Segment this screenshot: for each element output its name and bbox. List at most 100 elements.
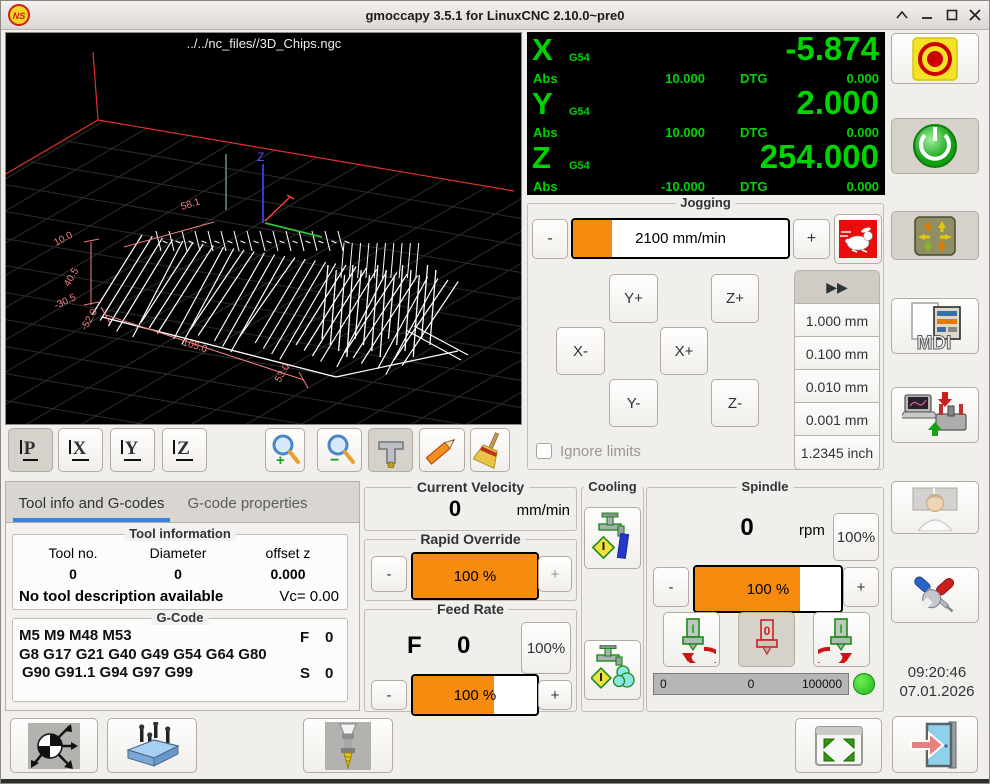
increment-0001mm-button[interactable]: 0.001 mm <box>794 402 880 437</box>
spindle-stop-icon: 0 <box>747 617 787 663</box>
view-perspective-button[interactable]: P <box>8 428 53 472</box>
maximize-button[interactable] <box>940 5 964 25</box>
feed-decrease-button[interactable]: - <box>371 680 407 710</box>
jog-speed-decrease-button[interactable]: - <box>532 219 568 259</box>
auto-mode-button[interactable] <box>891 387 979 443</box>
increment-label: 0.001 mm <box>806 412 868 428</box>
s-value: 0 <box>325 665 333 682</box>
cooling-title: Cooling <box>583 479 641 494</box>
zoom-in-icon: + <box>267 431 303 469</box>
spindle-cw-icon: I <box>818 617 866 663</box>
fullscreen-button[interactable] <box>795 718 882 773</box>
mist-button[interactable] <box>584 640 641 700</box>
rapid-increase-button[interactable]: + <box>538 556 572 592</box>
draw-mode-button[interactable] <box>419 428 465 472</box>
minus-label: - <box>669 579 674 596</box>
dro-panel[interactable]: X G54 -5.874 Abs 10.000 DTG 0.000 Y G54 … <box>527 32 885 195</box>
increment-01mm-button[interactable]: 0.100 mm <box>794 336 880 371</box>
machine-on-button[interactable] <box>891 118 979 174</box>
spindle-rpm-value: 0 <box>717 514 777 542</box>
jog-z-plus-button[interactable]: Z+ <box>711 274 759 323</box>
increment-continuous-button[interactable]: ▶▶ <box>794 270 880 305</box>
clear-plot-button[interactable] <box>470 428 510 472</box>
zoom-in-button[interactable]: + <box>265 428 305 472</box>
jogging-title: Jogging <box>675 195 736 210</box>
flood-button[interactable] <box>584 507 641 569</box>
view-z-label: Z <box>176 439 193 461</box>
view-y-button[interactable]: Y <box>110 428 155 472</box>
spindle-decrease-button[interactable]: - <box>653 567 689 607</box>
dro-axis-z[interactable]: Z G54 254.000 Abs -10.000 DTG 0.000 <box>527 142 885 196</box>
offset-z-value: 0.000 <box>233 566 343 582</box>
exit-button[interactable] <box>892 716 978 773</box>
tab-gcode-properties[interactable]: G-code properties <box>180 488 315 518</box>
spindle-cw-button[interactable]: I <box>813 612 870 667</box>
feed-f-label: F <box>407 632 422 660</box>
mdi-icon: MDI <box>904 301 966 351</box>
tab-tool-info[interactable]: Tool info and G-codes <box>13 488 170 518</box>
increment-inch-button[interactable]: 1.2345 inch <box>794 435 880 470</box>
close-button[interactable] <box>963 5 987 25</box>
titlebar: NS gmoccapy 3.5.1 for LinuxCNC 2.10.0~pr… <box>0 0 990 30</box>
ignore-limits-checkbox[interactable] <box>536 443 552 459</box>
minus-label: - <box>387 566 392 583</box>
jog-z-minus-button[interactable]: Z- <box>711 379 759 427</box>
manual-mode-button[interactable] <box>891 211 979 260</box>
tool-change-button[interactable] <box>303 718 393 773</box>
fast-forward-icon: ▶▶ <box>826 279 848 296</box>
dtg-label: DTG <box>740 179 767 194</box>
mdi-label: MDI <box>917 333 952 351</box>
spindle-override-bar[interactable]: 100 % <box>693 565 843 613</box>
spindle-reset-button[interactable]: 100% <box>833 513 879 561</box>
user-icon <box>905 485 965 531</box>
plus-label: + <box>857 579 866 596</box>
tool-no-header: Tool no. <box>13 545 133 561</box>
rapid-decrease-button[interactable]: - <box>371 556 407 592</box>
tool-information-frame: Tool information Tool no. Diameter offse… <box>12 534 348 610</box>
rapid-value: 100 % <box>413 554 537 598</box>
feed-increase-button[interactable]: + <box>538 680 572 710</box>
jog-label: Y+ <box>624 290 643 307</box>
jog-y-plus-button[interactable]: Y+ <box>609 274 658 323</box>
vc-value: Vc= 0.00 <box>279 588 339 605</box>
shade-button[interactable] <box>890 5 914 25</box>
jog-x-plus-button[interactable]: X+ <box>660 327 708 375</box>
turbo-jog-button[interactable] <box>834 214 882 264</box>
feed-override-bar[interactable]: 100 % <box>411 674 539 716</box>
f-value: 0 <box>325 629 333 646</box>
zoom-out-button[interactable]: − <box>317 428 362 472</box>
view-z-button[interactable]: Z <box>162 428 207 472</box>
dimensions-toggle-button[interactable] <box>368 428 413 472</box>
user-settings-button[interactable] <box>891 481 979 534</box>
increment-1mm-button[interactable]: 1.000 mm <box>794 303 880 338</box>
diameter-value: 0 <box>123 566 233 582</box>
increment-001mm-button[interactable]: 0.010 mm <box>794 369 880 404</box>
abs-value: -10.000 <box>637 179 705 194</box>
active-gcodes-line2: G90 G91.1 G94 G97 G99 <box>22 664 193 681</box>
mist-icon <box>591 645 635 695</box>
spindle-increase-button[interactable]: + <box>843 567 879 607</box>
settings-button[interactable] <box>891 567 979 623</box>
jog-x-minus-button[interactable]: X- <box>556 327 605 375</box>
spindle-ccw-button[interactable]: I <box>663 612 720 667</box>
jog-speed-bar[interactable]: 2100 mm/min <box>571 218 790 259</box>
dro-axis-x[interactable]: X G54 -5.874 Abs 10.000 DTG 0.000 <box>527 34 885 88</box>
view-x-button[interactable]: X <box>58 428 103 472</box>
jog-y-minus-button[interactable]: Y- <box>609 379 658 427</box>
dro-axis-y[interactable]: Y G54 2.000 Abs 10.000 DTG 0.000 <box>527 88 885 142</box>
estop-button[interactable] <box>891 33 979 84</box>
rapid-override-bar[interactable]: 100 % <box>411 552 539 600</box>
mdi-mode-button[interactable]: MDI <box>891 298 979 354</box>
tab-label: G-code properties <box>187 495 307 512</box>
gremlin-preview[interactable]: Z 10.0 40.5 -30.5 -52.0 105.0 53.0 58.1 … <box>5 32 522 425</box>
increment-label: 1.2345 inch <box>801 445 873 461</box>
jog-speed-increase-button[interactable]: + <box>793 219 830 259</box>
touch-plate-button[interactable] <box>107 718 197 773</box>
feed-reset-button[interactable]: 100% <box>521 622 571 674</box>
dim-x-extent: 105.0 <box>181 337 209 355</box>
active-gcodes-line1: G8 G17 G21 G40 G49 G54 G64 G80 <box>19 646 267 663</box>
spindle-stop-button[interactable]: 0 <box>738 612 795 667</box>
spindle-title: Spindle <box>737 479 794 494</box>
minimize-button[interactable] <box>915 5 939 25</box>
touch-off-button[interactable] <box>10 718 98 773</box>
